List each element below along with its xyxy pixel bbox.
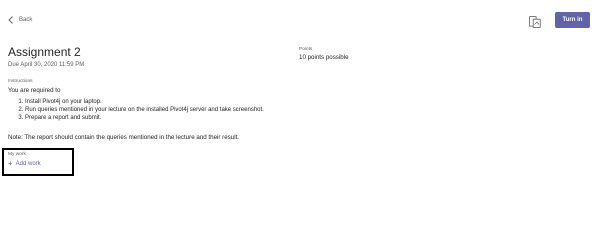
my-work-label: My work	[8, 152, 26, 157]
page-title: Assignment 2	[8, 45, 81, 59]
points-label: Points	[299, 47, 313, 52]
step-item: Prepare a report and submit.	[25, 114, 264, 122]
back-button[interactable]: Back	[8, 16, 32, 24]
chevron-left-icon	[8, 16, 13, 24]
plus-icon: +	[8, 159, 13, 168]
instructions-note: Note: The report should contain the quer…	[8, 134, 240, 141]
turn-in-button[interactable]: Turn in	[555, 12, 590, 28]
instructions-label: Instructions	[8, 79, 33, 84]
instructions-steps: Install Pivot4j on your laptop. Run quer…	[17, 98, 264, 122]
step-item: Install Pivot4j on your laptop.	[25, 98, 264, 106]
step-item: Run queries mentioned in your lecture on…	[25, 106, 264, 114]
back-label: Back	[19, 17, 33, 23]
immersive-reader-icon[interactable]	[529, 15, 541, 28]
points-value: 10 points possible	[299, 54, 349, 61]
due-date: Due April 30, 2020 11:59 PM	[8, 62, 85, 68]
add-work-button[interactable]: + Add work	[8, 159, 41, 168]
add-work-label: Add work	[15, 161, 41, 167]
instructions-intro: You are required to	[8, 87, 61, 94]
